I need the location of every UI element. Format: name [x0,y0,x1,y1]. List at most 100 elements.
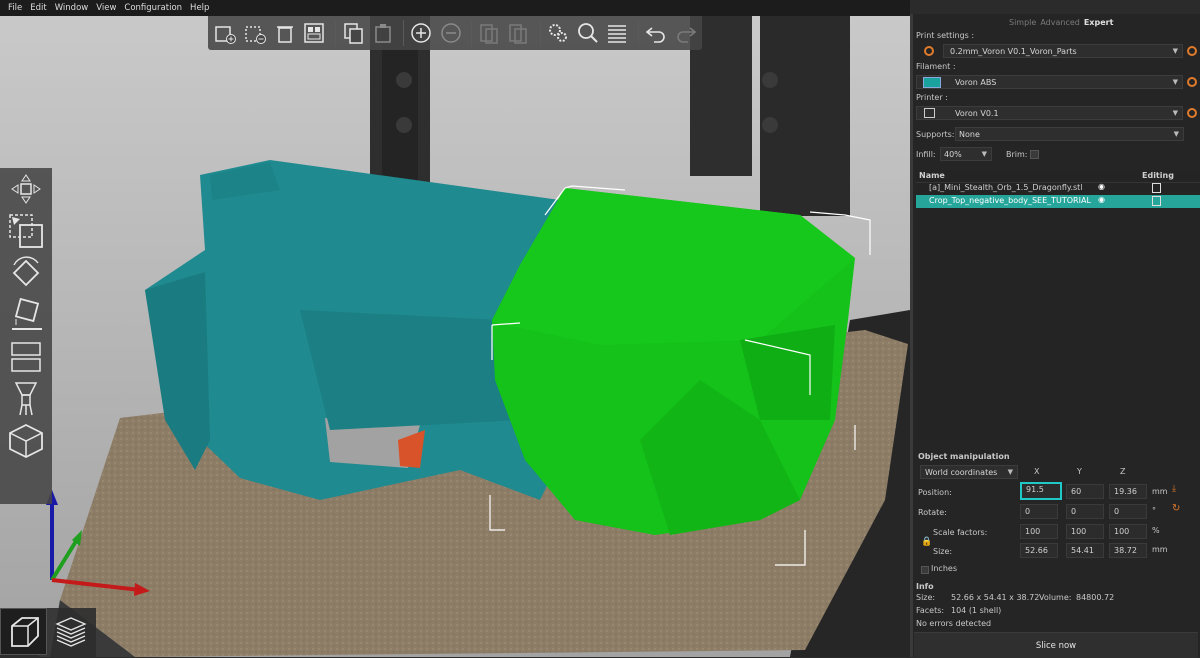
3d-view-icon[interactable] [0,608,47,655]
toolbar-separator [637,20,639,46]
position-z-field[interactable]: 19.36 [1109,484,1147,499]
rotate-x-field[interactable]: 0 [1020,504,1058,519]
scale-z-field[interactable]: 100 [1109,524,1147,539]
reset-rotation-icon[interactable]: ↻ [1172,503,1180,514]
coordinate-mode-value: World coordinates [925,467,998,477]
position-x-field[interactable]: 91.5 [1020,482,1062,500]
axis-x-label: X [1034,467,1040,476]
edit-filament-icon[interactable] [1187,77,1197,87]
scale-y-field[interactable]: 100 [1066,524,1104,539]
size-z-field[interactable]: 38.72 [1109,543,1147,558]
filament-select[interactable]: Voron ABS ▼ [916,75,1183,89]
filament-label: Filament : [916,62,956,71]
size-y-field[interactable]: 54.41 [1066,543,1104,558]
delete-icon[interactable] [242,19,269,47]
infill-value: 40% [944,149,962,159]
scale-unit: % [1152,526,1160,535]
menu-file[interactable]: File [8,3,22,13]
info-size-value: 52.66 x 54.41 x 38.72 [951,593,1040,602]
settings-sidebar: Simple Advanced Expert Print settings : … [910,14,1200,658]
filament-value: Voron ABS [955,77,997,87]
toolbar-separator [403,20,404,46]
3d-viewport[interactable] [0,16,910,657]
eye-icon[interactable]: ◉ [1098,195,1105,204]
copy-icon[interactable] [340,19,367,47]
chevron-down-icon: ▼ [1172,78,1178,86]
decrease-instances-icon[interactable] [438,19,465,47]
axis-y-label: Y [1077,467,1082,476]
rotate-y-field[interactable]: 0 [1066,504,1104,519]
print-settings-icon [924,46,934,56]
filament-color-swatch[interactable] [923,76,941,88]
edit-object-icon[interactable] [1152,183,1161,193]
mode-simple[interactable]: Simple [1007,18,1038,27]
split-parts-icon[interactable] [506,19,533,47]
rotate-icon[interactable] [0,252,52,294]
edit-object-icon[interactable] [1152,196,1161,206]
info-volume-label: Volume: [1039,593,1072,602]
menu-configuration[interactable]: Configuration [124,3,182,13]
scale-x-field[interactable]: 100 [1020,524,1058,539]
rotate-unit: ° [1152,506,1156,515]
object-manipulation-title: Object manipulation [918,452,1010,461]
supports-select[interactable]: None ▼ [955,127,1184,141]
menu-help[interactable]: Help [190,3,209,13]
seam-painting-icon[interactable] [0,420,52,462]
mode-expert[interactable]: Expert [1082,18,1116,27]
slice-now-button[interactable]: Slice now [914,632,1198,658]
preview-icon[interactable] [47,608,94,655]
edit-preset-icon[interactable] [1187,46,1197,56]
increase-instances-icon[interactable] [408,19,435,47]
printer-label: Printer : [916,93,948,102]
scale-icon[interactable] [0,210,52,252]
delete-all-icon[interactable] [271,19,298,47]
layers-editing-icon[interactable] [604,19,631,47]
size-label: Size: [933,547,953,556]
infill-select[interactable]: 40% ▼ [940,147,992,161]
chevron-down-icon: ▼ [1172,47,1178,55]
menu-view[interactable]: View [96,3,116,13]
split-objects-icon[interactable] [476,19,503,47]
add-icon[interactable] [212,19,239,47]
eye-icon[interactable]: ◉ [1098,182,1105,191]
mode-advanced[interactable]: Advanced [1038,18,1082,27]
paint-supports-icon[interactable] [0,378,52,420]
size-x-field[interactable]: 52.66 [1020,543,1058,558]
infill-label: Infill: [916,150,936,159]
object-name: Crop_Top_negative_body_SEE_TUTORIAL [929,196,1091,205]
printer-icon [924,108,935,118]
info-errors: No errors detected [916,619,992,628]
inches-checkbox[interactable] [921,566,929,574]
chevron-down-icon: ▼ [1172,109,1178,117]
place-on-face-icon[interactable] [0,294,52,336]
mode-tabs: Simple Advanced Expert [1007,18,1115,27]
print-settings-select[interactable]: 0.2mm_Voron V0.1_Voron_Parts ▼ [943,44,1183,58]
position-y-field[interactable]: 60 [1066,484,1104,499]
brim-checkbox[interactable] [1030,150,1039,159]
size-unit: mm [1152,545,1168,554]
drop-to-bed-icon[interactable]: ⤓ [1172,484,1176,494]
edit-printer-icon[interactable] [1187,108,1197,118]
undo-icon[interactable] [643,19,670,47]
menu-edit[interactable]: Edit [30,3,46,13]
object-row[interactable]: [a]_Mini_Stealth_Orb_1.5_Dragonfly.stl ◉ [916,182,1200,195]
layer-settings-icon[interactable] [545,19,572,47]
print-settings-label: Print settings : [916,31,975,40]
object-row-selected[interactable]: Crop_Top_negative_body_SEE_TUTORIAL ◉ [916,195,1200,208]
paste-icon[interactable] [369,19,396,47]
move-icon[interactable] [0,168,52,210]
redo-icon[interactable] [672,19,699,47]
rotate-z-field[interactable]: 0 [1109,504,1147,519]
menu-bar: File Edit Window View Configuration Help [0,0,910,16]
info-facets-value: 104 (1 shell) [951,606,1002,615]
top-toolbar [208,16,702,50]
cut-icon[interactable] [0,336,52,378]
coordinate-mode-select[interactable]: World coordinates ▼ [920,465,1018,479]
toolbar-separator [471,20,473,46]
menu-window[interactable]: Window [55,3,89,13]
supports-value: None [959,129,980,139]
search-icon[interactable] [574,19,601,47]
printer-select[interactable]: Voron V0.1 ▼ [916,106,1183,120]
lock-icon[interactable]: 🔒 [921,537,932,547]
arrange-icon[interactable] [301,19,328,47]
